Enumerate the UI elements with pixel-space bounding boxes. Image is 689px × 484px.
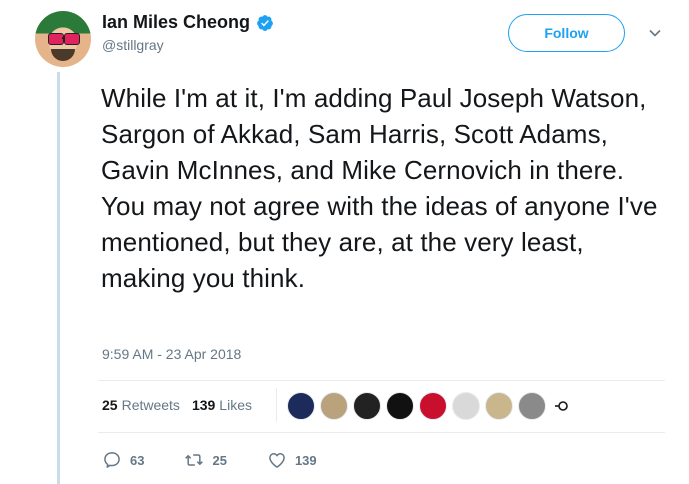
heart-icon — [269, 453, 285, 468]
chevron-down-icon[interactable] — [648, 26, 662, 40]
liker-avatar[interactable] — [353, 392, 381, 420]
reply-icon — [104, 452, 120, 468]
likers-separator — [276, 388, 277, 422]
divider-top — [98, 380, 665, 381]
author-name-row[interactable]: Ian Miles Cheong — [102, 12, 274, 33]
sunglasses-right — [64, 33, 80, 45]
retweet-count: 25 — [212, 452, 227, 468]
retweet-icon — [185, 454, 204, 466]
reply-button[interactable]: 63 — [102, 450, 144, 470]
like-button[interactable]: 139 — [267, 450, 317, 470]
likes-count: 139 — [191, 397, 216, 413]
retweet-button[interactable]: 25 — [184, 450, 227, 470]
divider-bottom — [98, 432, 665, 433]
reply-count: 63 — [130, 452, 145, 468]
beard — [51, 49, 75, 61]
liker-avatar[interactable] — [518, 392, 546, 420]
liker-avatar[interactable] — [320, 392, 348, 420]
tweet-text: While I'm at it, I'm adding Paul Joseph … — [101, 83, 658, 293]
retweets-stat[interactable]: 25 Retweets — [102, 397, 180, 413]
follow-button[interactable]: Follow — [508, 14, 625, 52]
tweet-actions: 63 25 139 — [102, 450, 357, 470]
likers-avatars — [287, 392, 573, 420]
liker-avatar[interactable] — [485, 392, 513, 420]
like-count: 139 — [294, 452, 317, 468]
tweet-stats: 25 Retweets 139 Likes — [102, 397, 264, 413]
more-likers-icon[interactable] — [553, 396, 573, 416]
retweets-label: Retweets — [121, 397, 180, 413]
sunglasses-left — [48, 33, 64, 45]
retweets-count: 25 — [102, 397, 118, 413]
author-name[interactable]: Ian Miles Cheong — [102, 12, 250, 33]
avatar[interactable] — [35, 11, 91, 67]
likes-stat[interactable]: 139 Likes — [192, 397, 252, 413]
tweet-timestamp[interactable]: 9:59 AM - 23 Apr 2018 — [102, 346, 241, 362]
liker-avatar[interactable] — [452, 392, 480, 420]
author-handle[interactable]: @stillgray — [102, 37, 164, 53]
verified-badge-icon — [257, 14, 273, 31]
likes-label: Likes — [219, 397, 252, 413]
thread-line — [57, 72, 60, 484]
liker-avatar[interactable] — [386, 392, 414, 420]
liker-avatar[interactable] — [287, 392, 315, 420]
liker-avatar[interactable] — [419, 392, 447, 420]
